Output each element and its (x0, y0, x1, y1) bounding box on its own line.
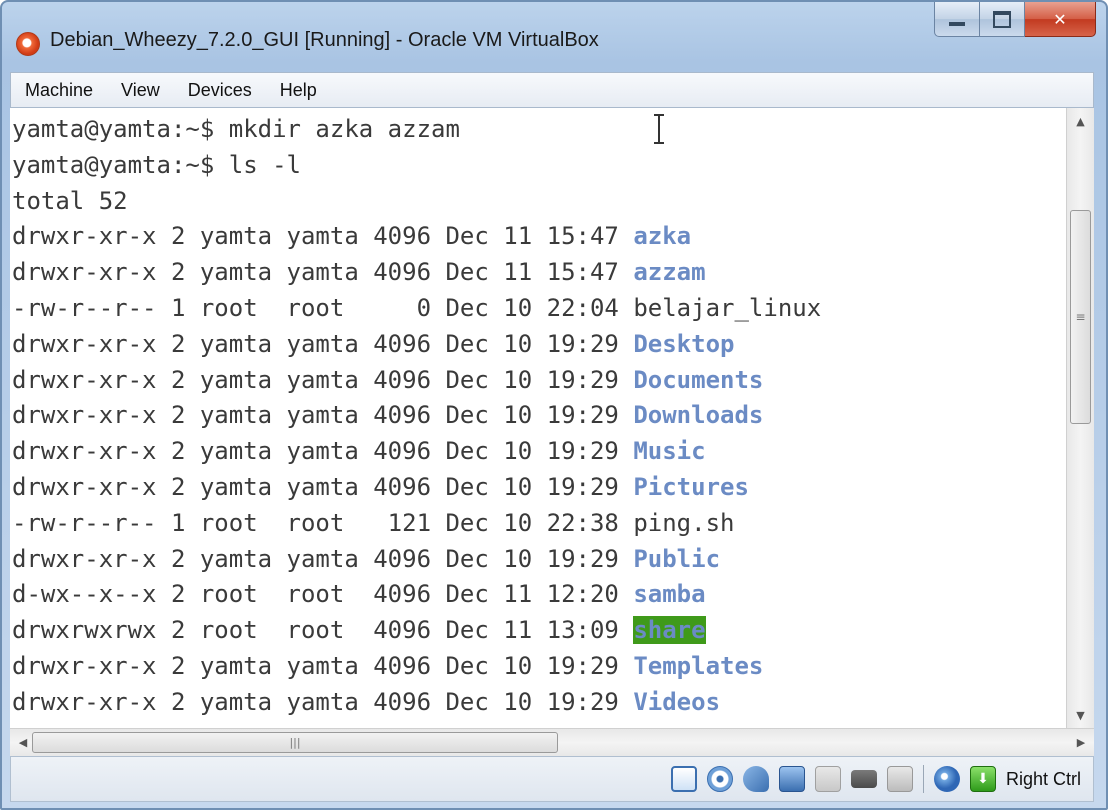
host-key-label: Right Ctrl (1005, 768, 1081, 789)
terminal-line-text: drwxr-xr-x 2 yamta yamta 4096 Dec 10 19:… (12, 401, 634, 430)
terminal-line-text: yamta@yamta:~$ ls -l (12, 150, 301, 179)
close-icon: ✕ (1053, 9, 1067, 29)
scroll-down-arrow-icon[interactable]: ▼ (1067, 702, 1094, 728)
terminal-line: total 52 (12, 184, 821, 220)
terminal-line-text: drwxr-xr-x 2 yamta yamta 4096 Dec 10 19:… (12, 472, 634, 501)
usb-icon[interactable] (742, 766, 769, 792)
maximize-button[interactable] (980, 2, 1025, 37)
virtualbox-window: Debian_Wheezy_7.2.0_GUI [Running] - Orac… (0, 0, 1108, 810)
terminal-line-text: total 52 (12, 186, 128, 215)
terminal-line: -rw-r--r-- 1 root root 0 Dec 10 22:04 be… (12, 291, 821, 327)
network-icon[interactable] (778, 766, 805, 792)
terminal-line: drwxrwxrwx 2 root root 4096 Dec 11 13:09… (12, 613, 821, 649)
terminal-line-text: drwxr-xr-x 2 yamta yamta 4096 Dec 10 19:… (12, 651, 634, 680)
terminal-line-text: drwxr-xr-x 2 yamta yamta 4096 Dec 11 15:… (12, 258, 634, 287)
file-name: Pictures (633, 472, 749, 501)
file-name: Templates (633, 651, 764, 680)
terminal-line: drwxr-xr-x 2 yamta yamta 4096 Dec 10 19:… (12, 434, 821, 470)
file-name: belajar_linux (633, 293, 822, 322)
file-name: Documents (633, 365, 764, 394)
terminal-line-text: drwxr-xr-x 2 yamta yamta 4096 Dec 10 19:… (12, 329, 634, 358)
file-name: samba (633, 580, 706, 609)
menu-machine[interactable]: Machine (11, 73, 107, 107)
file-name: Downloads (633, 401, 764, 430)
terminal-line: -rw-r--r-- 1 root root 121 Dec 10 22:38 … (12, 506, 821, 542)
file-name: Videos (633, 687, 721, 716)
file-name: share (633, 616, 706, 645)
vertical-scroll-thumb[interactable]: ≡ (1070, 210, 1091, 424)
hard-disk-icon[interactable] (670, 766, 697, 792)
menu-help[interactable]: Help (266, 73, 331, 107)
status-bar: ⬇ Right Ctrl (10, 756, 1094, 802)
terminal-line-text: yamta@yamta:~$ mkdir azka azzam (12, 115, 460, 143)
file-name: Desktop (633, 329, 735, 358)
terminal-line: drwxr-xr-x 2 yamta yamta 4096 Dec 10 19:… (12, 542, 821, 578)
terminal-line: yamta@yamta:~$ ls -l (12, 148, 821, 184)
terminal-line: drwxr-xr-x 2 yamta yamta 4096 Dec 10 19:… (12, 685, 821, 721)
optical-drive-icon[interactable] (706, 766, 733, 792)
terminal-line: drwxr-xr-x 2 yamta yamta 4096 Dec 10 19:… (12, 327, 821, 363)
window-controls: ✕ (934, 2, 1096, 38)
horizontal-scrollbar[interactable]: ◀ ||| ▶ (10, 728, 1094, 756)
terminal-line: d-wx--x--x 2 root root 4096 Dec 11 12:20… (12, 577, 821, 613)
scroll-up-arrow-icon[interactable]: ▲ (1067, 108, 1094, 134)
terminal-line-text: drwxr-xr-x 2 yamta yamta 4096 Dec 10 19:… (12, 544, 634, 573)
terminal-line-text: -rw-r--r-- 1 root root 0 Dec 10 22:04 (12, 293, 634, 322)
status-indicators: ⬇ Right Ctrl (670, 765, 1081, 793)
terminal-line: drwxr-xr-x 2 yamta yamta 4096 Dec 11 15:… (12, 219, 821, 255)
text-cursor-icon (654, 114, 664, 144)
menu-bar: Machine View Devices Help (10, 72, 1094, 108)
file-name: Public (633, 544, 721, 573)
video-capture-icon[interactable] (850, 770, 877, 788)
window-title: Debian_Wheezy_7.2.0_GUI [Running] - Orac… (50, 29, 599, 51)
file-name: azka (633, 222, 692, 251)
terminal-line: drwxr-xr-x 2 yamta yamta 4096 Dec 11 15:… (12, 255, 821, 291)
terminal-line-text: drwxr-xr-x 2 yamta yamta 4096 Dec 10 19:… (12, 687, 634, 716)
file-name: azzam (633, 258, 706, 287)
terminal-line: drwxr-xr-x 2 yamta yamta 4096 Dec 10 19:… (12, 363, 821, 399)
terminal-line: yamta@yamta:~$ mkdir azka azzam (12, 112, 821, 148)
terminal-line-text: drwxr-xr-x 2 yamta yamta 4096 Dec 10 19:… (12, 437, 634, 466)
menu-devices[interactable]: Devices (174, 73, 266, 107)
scroll-right-arrow-icon[interactable]: ▶ (1068, 729, 1094, 756)
horizontal-scroll-thumb[interactable]: ||| (32, 732, 558, 753)
minimize-icon (949, 22, 965, 26)
close-button[interactable]: ✕ (1025, 2, 1096, 37)
terminal-line: drwxr-xr-x 2 yamta yamta 4096 Dec 10 19:… (12, 649, 821, 685)
terminal-line-text: d-wx--x--x 2 root root 4096 Dec 11 12:20 (12, 580, 634, 609)
terminal-line: drwxr-xr-x 2 yamta yamta 4096 Dec 10 19:… (12, 470, 821, 506)
shared-folders-icon[interactable] (814, 766, 841, 792)
title-bar[interactable]: Debian_Wheezy_7.2.0_GUI [Running] - Orac… (2, 2, 1106, 72)
file-name: Music (633, 437, 706, 466)
keyboard-capture-icon[interactable]: ⬇ (969, 766, 996, 792)
virtualbox-app-icon[interactable] (16, 32, 40, 56)
terminal-line-text: drwxrwxrwx 2 root root 4096 Dec 11 13:09 (12, 616, 634, 645)
mouse-integration-icon[interactable] (933, 766, 960, 792)
terminal-output: yamta@yamta:~$ mkdir azka azzam yamta@yam… (12, 112, 821, 721)
terminal-line-text: drwxr-xr-x 2 yamta yamta 4096 Dec 11 15:… (12, 222, 634, 251)
terminal-line: drwxr-xr-x 2 yamta yamta 4096 Dec 10 19:… (12, 398, 821, 434)
vertical-scrollbar[interactable]: ▲ ≡ ▼ (1066, 108, 1094, 728)
maximize-icon (993, 10, 1011, 28)
menu-view[interactable]: View (107, 73, 174, 107)
display-icon[interactable] (886, 766, 913, 792)
minimize-button[interactable] (934, 2, 980, 37)
terminal-line-text: -rw-r--r-- 1 root root 121 Dec 10 22:38 (12, 508, 634, 537)
status-separator (922, 765, 924, 793)
guest-terminal[interactable]: yamta@yamta:~$ mkdir azka azzam yamta@yam… (10, 108, 1066, 728)
file-name: ping.sh (633, 508, 735, 537)
terminal-line-text: drwxr-xr-x 2 yamta yamta 4096 Dec 10 19:… (12, 365, 634, 394)
